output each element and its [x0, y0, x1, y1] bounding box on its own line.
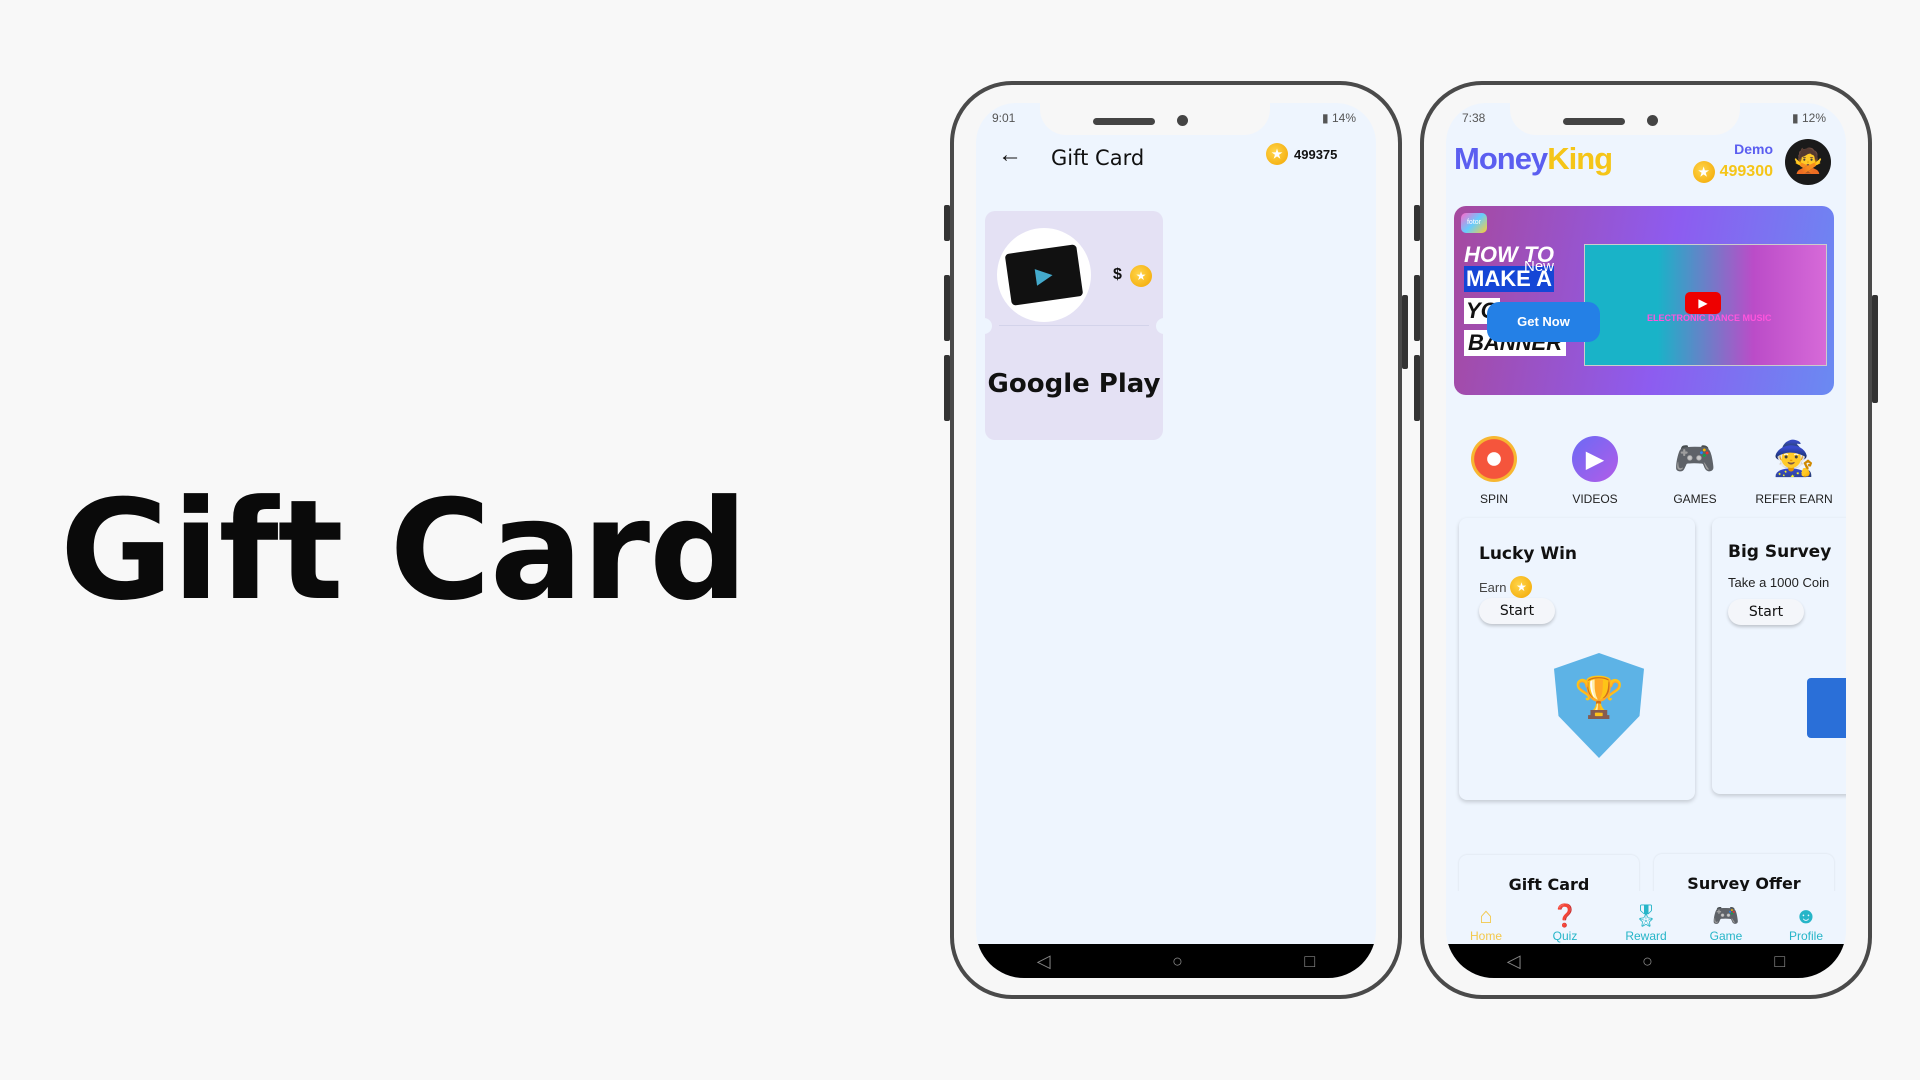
profile-icon: ☻	[1794, 903, 1818, 928]
recents-nav-icon[interactable]: □	[1304, 951, 1315, 972]
promo-banner[interactable]: fotor HOW TO New MAKE A YO BANNER ▶ ELEC…	[1454, 206, 1834, 395]
gamepad-icon: 🎮	[1712, 903, 1740, 928]
wizard-icon: 🧙	[1772, 440, 1816, 478]
home-nav-icon[interactable]: ○	[1172, 951, 1183, 972]
status-time: 7:38	[1462, 111, 1486, 125]
screen: 9:01 ▮ 14% ← Gift Card ★ 499375 ▶ $ ★ Goo…	[976, 103, 1376, 978]
coin-balance: ★ 499375	[1266, 143, 1337, 165]
home-nav-icon[interactable]: ○	[1642, 951, 1653, 972]
back-arrow-icon[interactable]: ←	[998, 141, 1022, 169]
nav-game[interactable]: 🎮 Game	[1691, 903, 1761, 943]
battery-level: 12%	[1801, 111, 1826, 125]
status-time: 9:01	[992, 111, 1016, 125]
status-battery: ▮ 14%	[1322, 111, 1356, 125]
nav-profile[interactable]: ☻ Profile	[1771, 903, 1841, 943]
question-icon: ❓	[1551, 903, 1579, 928]
feature-games[interactable]: 🎮 GAMES	[1650, 436, 1740, 506]
status-battery: ▮ 12%	[1792, 111, 1826, 125]
play-icon: ▶	[1685, 292, 1721, 314]
coin-icon: ★	[1510, 576, 1533, 598]
earn-label: Earn	[1479, 579, 1507, 595]
banner-text: ELECTRONIC DANCE MUSIC	[1647, 313, 1772, 323]
screen: 7:38 ▮ 12% MoneyKing Demo ★ 499300 🙅 foto…	[1446, 103, 1846, 978]
coin-icon: ★	[1692, 161, 1715, 183]
avatar[interactable]: 🙅	[1785, 139, 1831, 185]
battery-level: 14%	[1331, 111, 1356, 125]
feature-label: REFER EARN	[1755, 492, 1833, 506]
trophy-shield-icon: 🏆	[1554, 653, 1644, 758]
brand-part2: King	[1547, 141, 1613, 176]
card-subtitle: Earn ★	[1479, 576, 1533, 598]
banner-text: New	[1524, 258, 1555, 275]
feature-spin[interactable]: SPIN	[1449, 436, 1539, 506]
coin-icon: ★	[1266, 143, 1288, 165]
big-survey-card[interactable]: Big Survey Take a 1000 Coin Start	[1712, 518, 1846, 794]
gift-card-name: Google Play	[987, 369, 1161, 399]
brand-logo: MoneyKing	[1454, 141, 1613, 177]
medal-icon: 🎖	[1632, 903, 1660, 928]
android-nav-bar: ◁ ○ □	[976, 944, 1376, 978]
play-icon: ▶	[1572, 436, 1618, 482]
survey-illustration	[1807, 678, 1846, 738]
spin-wheel-icon	[1471, 436, 1517, 482]
nav-label: Profile	[1788, 929, 1823, 943]
nav-label: Quiz	[1552, 929, 1578, 943]
coin-icon: ★	[1130, 265, 1152, 287]
back-nav-icon[interactable]: ◁	[1037, 951, 1051, 972]
page-title: Gift Card	[60, 470, 748, 631]
coin-count: 499375	[1294, 146, 1338, 162]
header-title: Gift Card	[1051, 146, 1145, 170]
back-nav-icon[interactable]: ◁	[1507, 951, 1521, 972]
nav-label: Home	[1469, 929, 1502, 943]
nav-quiz[interactable]: ❓ Quiz	[1530, 903, 1600, 943]
gamepad-icon: 🎮	[1673, 440, 1717, 478]
nav-home[interactable]: ⌂ Home	[1451, 903, 1521, 943]
fotor-logo: fotor	[1461, 213, 1487, 233]
feature-videos[interactable]: ▶ VIDEOS	[1550, 436, 1640, 506]
feature-label: GAMES	[1673, 492, 1717, 506]
get-now-button[interactable]: Get Now	[1487, 302, 1600, 342]
card-title: Big Survey	[1728, 542, 1832, 562]
nav-label: Game	[1709, 929, 1743, 943]
coin-count: 499300	[1719, 163, 1773, 180]
lucky-win-card[interactable]: Lucky Win Earn ★ Start 🏆	[1459, 518, 1695, 800]
home-icon: ⌂	[1479, 903, 1493, 928]
recents-nav-icon[interactable]: □	[1774, 951, 1785, 972]
banner-video-thumbnail: ▶ ELECTRONIC DANCE MUSIC	[1584, 244, 1827, 366]
google-play-card-image: ▶	[997, 228, 1091, 322]
android-nav-bar: ◁ ○ □	[1446, 944, 1846, 978]
phone-gift-card: 9:01 ▮ 14% ← Gift Card ★ 499375 ▶ $ ★ Goo…	[944, 81, 1408, 999]
brand-part1: Money	[1454, 141, 1548, 176]
gift-card-google-play[interactable]: ▶ $ ★ Google Play	[976, 211, 1172, 440]
feature-refer-earn[interactable]: 🧙 REFER EARN	[1749, 436, 1839, 506]
price-symbol: $	[1113, 266, 1122, 283]
feature-label: VIDEOS	[1572, 492, 1618, 506]
user-name: Demo	[1734, 141, 1773, 157]
nav-reward[interactable]: 🎖 Reward	[1611, 903, 1681, 943]
coin-balance: ★ 499300	[1692, 161, 1773, 183]
card-subtitle: Take a 1000 Coin	[1728, 575, 1830, 590]
feature-label: SPIN	[1479, 492, 1508, 506]
phone-home: 7:38 ▮ 12% MoneyKing Demo ★ 499300 🙅 foto…	[1414, 81, 1878, 999]
nav-label: Reward	[1625, 929, 1667, 943]
card-title: Lucky Win	[1479, 544, 1577, 564]
start-button[interactable]: Start	[1479, 598, 1555, 624]
start-button[interactable]: Start	[1728, 599, 1804, 625]
